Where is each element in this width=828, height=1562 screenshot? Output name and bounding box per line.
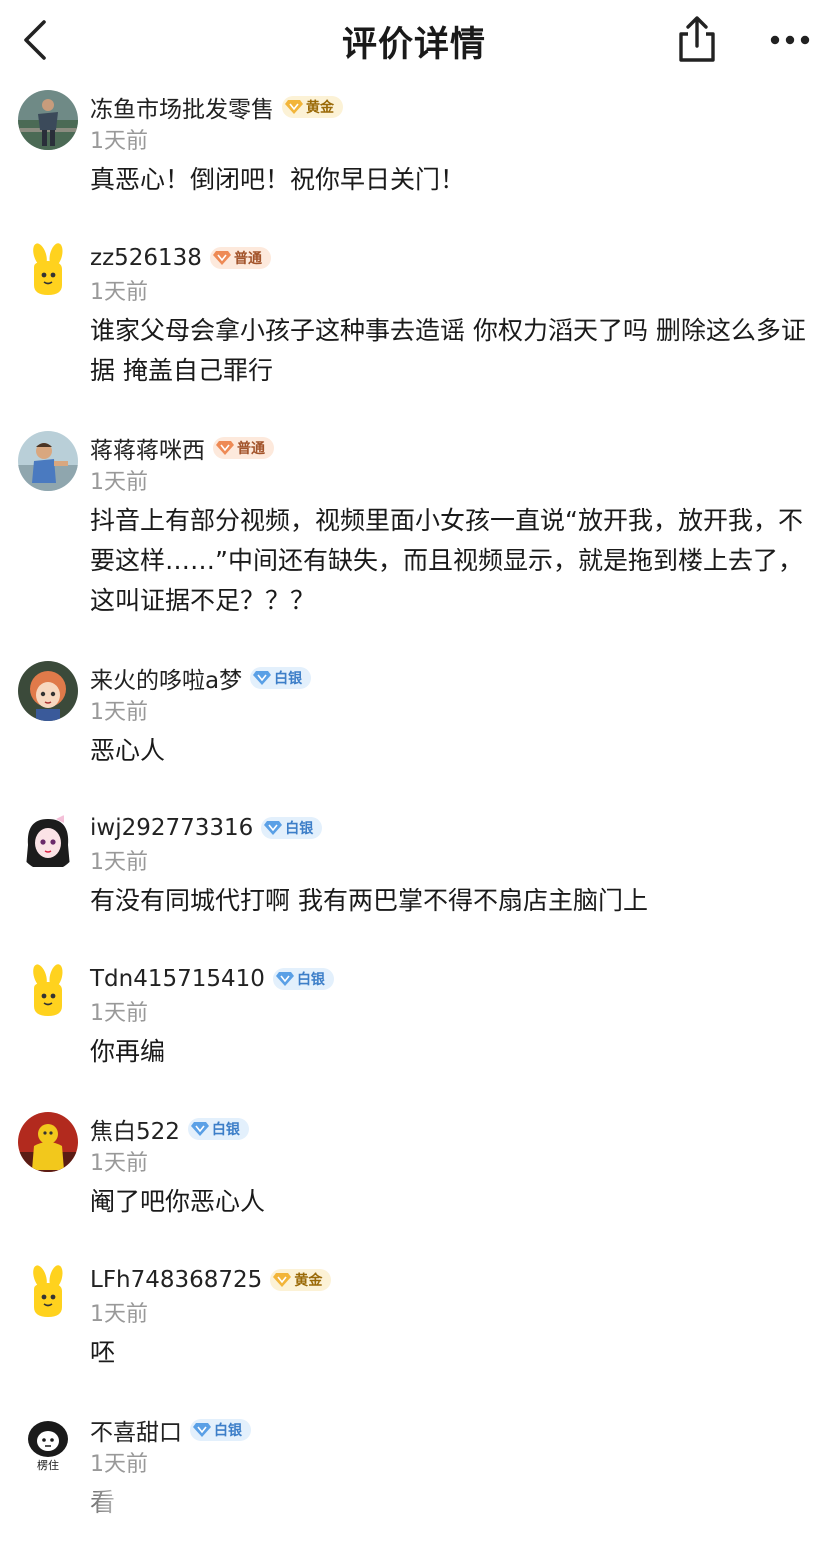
level-badge: 普通 xyxy=(213,437,274,459)
meme-face-avatar: 楞住 xyxy=(18,1413,78,1473)
level-badge: 白银 xyxy=(272,968,334,990)
chevron-left-icon xyxy=(24,20,46,60)
username[interactable]: 蒋蒋蒋咪西 xyxy=(90,431,205,465)
yellow-hand-avatar xyxy=(18,241,78,301)
comment-item: LFh748368725 黄金 1天前 呸 xyxy=(0,1253,828,1403)
anime-girl-avatar xyxy=(18,661,78,721)
comment-time: 1天前 xyxy=(90,1151,148,1176)
diamond-icon xyxy=(273,1273,292,1287)
badge-label: 普通 xyxy=(233,251,262,267)
yellow-hand-avatar xyxy=(18,1263,78,1323)
level-badge: 普通 xyxy=(209,247,271,269)
level-badge: 白银 xyxy=(187,1118,249,1140)
cartoon-girl-avatar xyxy=(18,811,78,871)
badge-label: 普通 xyxy=(237,441,265,457)
avatar[interactable] xyxy=(18,962,78,1022)
yellow-hand-avatar xyxy=(18,962,78,1022)
level-badge: 白银 xyxy=(250,667,312,689)
comment-item: 焦白522 白银 1天前 阉了吧你恶心人 xyxy=(0,1102,828,1253)
comment-item: zz526138 普通 1天前 谁家父母会拿小孩子这种事去造谣 你权力滔天了吗 … xyxy=(0,231,828,421)
badge-label: 黄金 xyxy=(306,100,334,116)
diamond-icon xyxy=(285,100,303,114)
diamond-icon xyxy=(275,972,294,986)
username[interactable]: 来火的哆啦a梦 xyxy=(90,661,242,695)
avatar[interactable] xyxy=(18,241,78,301)
diamond-icon xyxy=(212,251,231,265)
diamond-icon xyxy=(193,1423,211,1437)
badge-label: 白银 xyxy=(296,972,325,988)
diamond-icon xyxy=(264,821,283,835)
username[interactable]: zz526138 xyxy=(90,245,202,271)
bottom-fade-overlay xyxy=(90,1482,450,1522)
comment-time: 1天前 xyxy=(90,1452,148,1477)
diamond-icon xyxy=(216,441,234,455)
comment-list: 冻鱼市场批发零售 黄金 1天前 真恶心！倒闭吧！祝你早日关门！ zz526138… xyxy=(0,80,828,1543)
comment-time: 1天前 xyxy=(90,470,148,495)
avatar[interactable] xyxy=(18,1112,78,1172)
avatar[interactable] xyxy=(18,431,78,491)
username[interactable]: 冻鱼市场批发零售 xyxy=(90,90,274,124)
comment-time: 1天前 xyxy=(90,1001,148,1026)
badge-label: 白银 xyxy=(214,1423,242,1439)
more-dots-icon xyxy=(770,35,810,45)
avatar-caption: 楞住 xyxy=(37,1458,59,1472)
level-badge: 白银 xyxy=(261,817,323,839)
diamond-icon xyxy=(190,1122,209,1136)
diamond-icon xyxy=(253,671,272,685)
comment-item: 楞住 不喜甜口 白银 1天前 看 xyxy=(0,1403,828,1543)
photo-child-avatar xyxy=(18,431,78,491)
comment-item: 冻鱼市场批发零售 黄金 1天前 真恶心！倒闭吧！祝你早日关门！ xyxy=(0,80,828,231)
photo-person-avatar xyxy=(18,90,78,150)
comment-text: 你再编 xyxy=(90,1037,166,1066)
username[interactable]: Tdn415715410 xyxy=(90,966,265,992)
level-badge: 白银 xyxy=(190,1419,251,1441)
username[interactable]: iwj292773316 xyxy=(90,815,253,841)
avatar[interactable] xyxy=(18,661,78,721)
comment-item: Tdn415715410 白银 1天前 你再编 xyxy=(0,952,828,1102)
comment-item: iwj292773316 白银 1天前 有没有同城代打啊 我有两巴掌不得不扇店主… xyxy=(0,801,828,952)
avatar[interactable] xyxy=(18,1263,78,1323)
comment-time: 1天前 xyxy=(90,700,148,725)
avatar[interactable] xyxy=(18,811,78,871)
back-button[interactable] xyxy=(14,16,54,64)
comment-item: 来火的哆啦a梦 白银 1天前 恶心人 xyxy=(0,651,828,801)
yellow-figure-avatar xyxy=(18,1112,78,1172)
level-badge: 黄金 xyxy=(270,1269,332,1291)
comment-text: 阉了吧你恶心人 xyxy=(90,1187,266,1216)
top-bar: 评价详情 xyxy=(0,0,828,80)
comment-text: 恶心人 xyxy=(90,736,166,765)
comment-text: 呸 xyxy=(90,1338,116,1367)
comment-time: 1天前 xyxy=(90,129,148,154)
comment-text: 真恶心！倒闭吧！祝你早日关门！ xyxy=(90,165,466,194)
avatar[interactable] xyxy=(18,90,78,150)
level-badge: 黄金 xyxy=(282,96,343,118)
share-icon xyxy=(679,16,715,62)
badge-label: 黄金 xyxy=(294,1273,323,1289)
share-button[interactable] xyxy=(672,12,722,66)
comment-text: 谁家父母会拿小孩子这种事去造谣 你权力滔天了吗 删除这么多证据 掩盖自己罪行 xyxy=(90,316,806,385)
avatar[interactable]: 楞住 xyxy=(18,1413,78,1473)
badge-label: 白银 xyxy=(274,671,303,687)
comment-time: 1天前 xyxy=(90,280,148,305)
comment-text: 有没有同城代打啊 我有两巴掌不得不扇店主脑门上 xyxy=(90,886,648,915)
badge-label: 白银 xyxy=(211,1122,240,1138)
more-options-button[interactable] xyxy=(764,20,816,60)
username[interactable]: LFh748368725 xyxy=(90,1267,262,1293)
comment-text: 抖音上有部分视频，视频里面小女孩一直说“放开我，放开我，不要这样……”中间还有缺… xyxy=(90,506,803,615)
comment-time: 1天前 xyxy=(90,1302,148,1327)
username[interactable]: 不喜甜口 xyxy=(90,1413,182,1447)
username[interactable]: 焦白522 xyxy=(90,1112,180,1146)
comment-time: 1天前 xyxy=(90,850,148,875)
comment-item: 蒋蒋蒋咪西 普通 1天前 抖音上有部分视频，视频里面小女孩一直说“放开我，放开我… xyxy=(0,421,828,651)
badge-label: 白银 xyxy=(285,821,314,837)
